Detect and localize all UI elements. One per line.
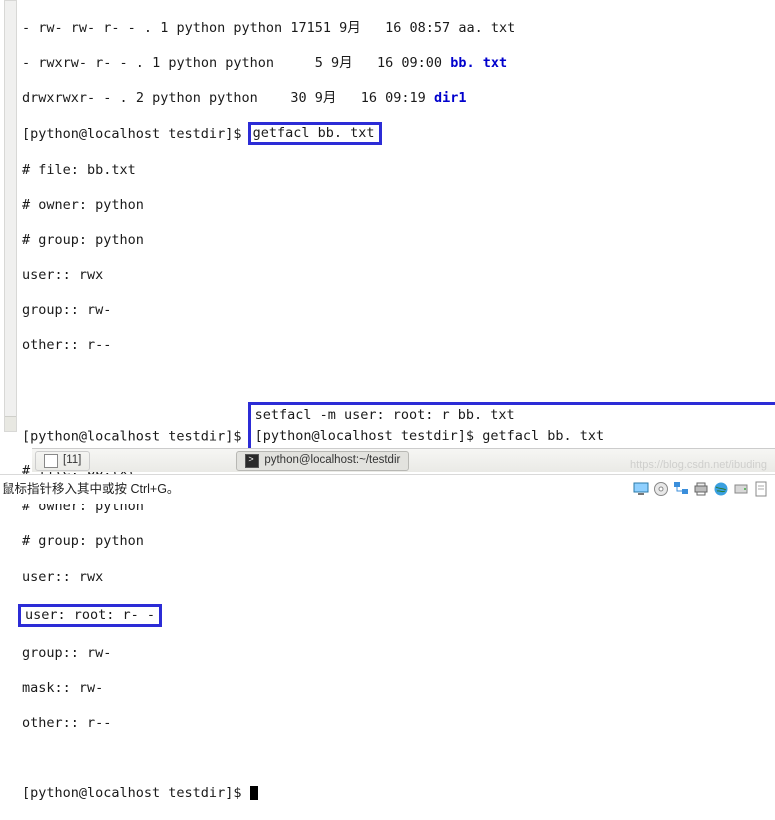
prompt-line: [python@localhost testdir]$ setfacl -m u… [22, 408, 773, 446]
acl-line: mask:: rw- [22, 680, 773, 698]
taskbar-item-terminal[interactable]: python@localhost:~/testdir [236, 451, 409, 471]
hint-text: 鼠标指针移入其中或按 Ctrl+G。 [2, 481, 179, 497]
acl-line: # file: bb.txt [22, 162, 773, 180]
document-icon[interactable] [753, 481, 769, 497]
acl-line: # group: python [22, 232, 773, 250]
acl-line: other:: r-- [22, 337, 773, 355]
acl-line: group:: rw- [22, 302, 773, 320]
acl-line: other:: r-- [22, 715, 773, 733]
highlight-user-root: user: root: r- - [18, 604, 162, 628]
ls-line: - rw- rw- r- - . 1 python python 17151 9… [22, 20, 773, 38]
acl-line: user:: rwx [22, 267, 773, 285]
acl-line: # group: python [22, 533, 773, 551]
printer-icon[interactable] [693, 481, 709, 497]
file-bb: bb. txt [450, 55, 507, 71]
acl-line: user: root: r- - [22, 604, 773, 628]
acl-line: # owner: python [22, 197, 773, 215]
watermark-text: https://blog.csdn.net/ibuding [630, 458, 767, 472]
prompt-line[interactable]: [python@localhost testdir]$ [22, 785, 773, 803]
acl-line: user:: rwx [22, 569, 773, 587]
globe-icon[interactable] [713, 481, 729, 497]
cursor-icon [250, 786, 258, 800]
ls-line: drwxrwxr- - . 2 python python 30 9月 16 0… [22, 90, 773, 108]
highlight-cmd-getfacl1: getfacl bb. txt [248, 122, 382, 146]
document-icon [44, 454, 58, 468]
ls-line: - rwxrw- r- - . 1 python python 5 9月 16 … [22, 55, 773, 73]
monitor-icon[interactable] [633, 481, 649, 497]
highlight-cmd-block: setfacl -m user: root: r bb. txt [python… [248, 402, 775, 451]
terminal-output: - rw- rw- r- - . 1 python python 17151 9… [0, 0, 775, 820]
blank-line [22, 750, 773, 768]
terminal-icon [245, 454, 259, 468]
prompt-line: [python@localhost testdir]$ getfacl bb. … [22, 125, 773, 145]
taskbar-label: python@localhost:~/testdir [264, 453, 400, 468]
system-tray [633, 474, 769, 504]
network-icon[interactable] [673, 481, 689, 497]
drive-icon[interactable] [733, 481, 749, 497]
disc-icon[interactable] [653, 481, 669, 497]
dir-dir1: dir1 [434, 90, 467, 106]
blank-line [22, 372, 773, 390]
taskbar-label: [11] [63, 453, 81, 468]
acl-line: group:: rw- [22, 645, 773, 663]
taskbar-item-sheet[interactable]: [11] [35, 451, 90, 471]
